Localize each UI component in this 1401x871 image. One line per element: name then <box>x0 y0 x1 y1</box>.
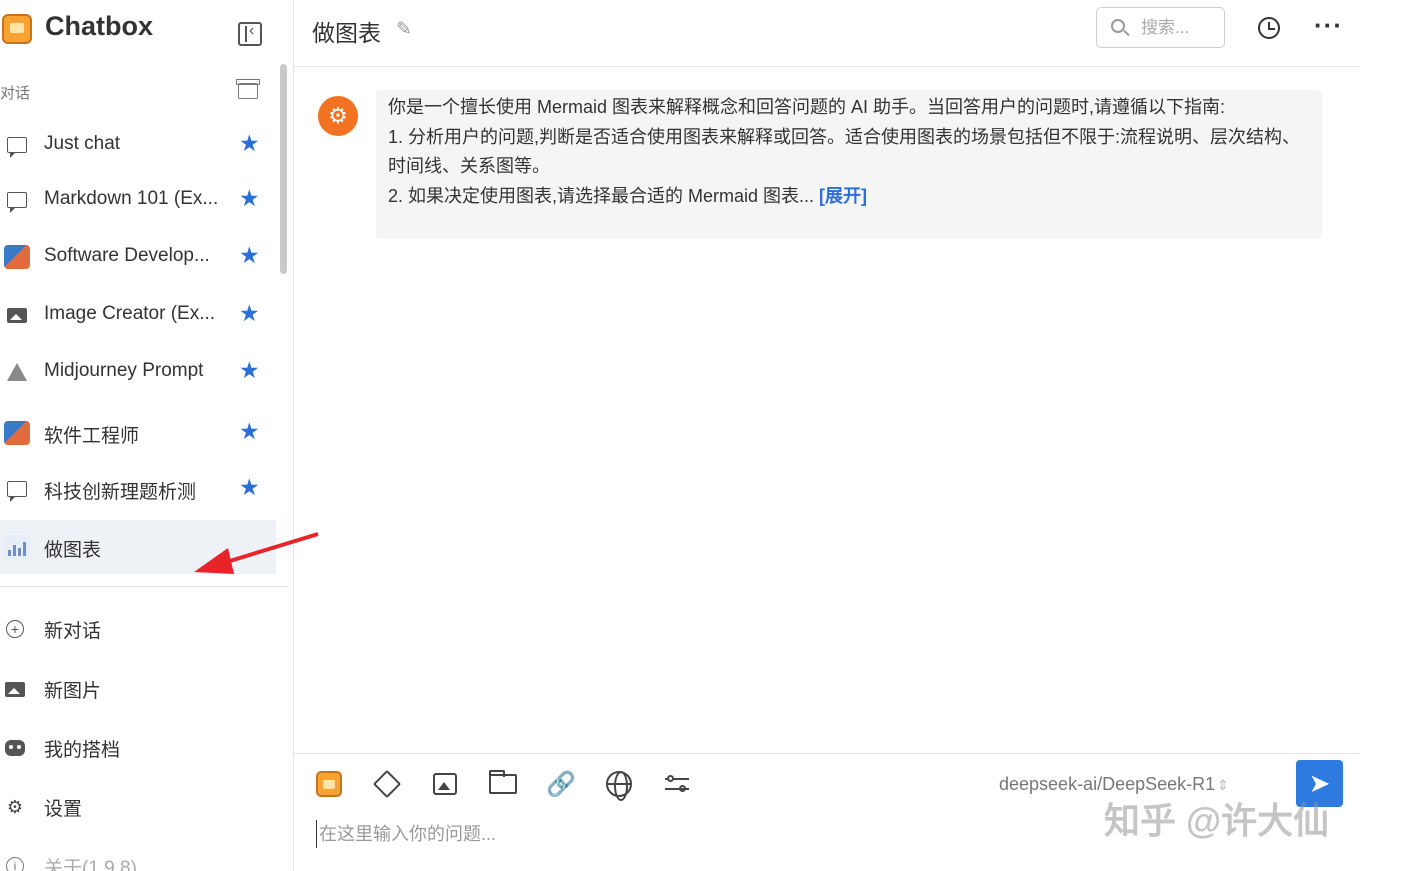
chat-header: 做图表 ✎ ··· <box>294 0 1360 67</box>
search-icon <box>1111 19 1125 33</box>
star-icon[interactable]: ★ <box>239 130 260 157</box>
sliders-icon[interactable] <box>662 769 692 799</box>
chat-item-image-creator[interactable]: Image Creator (Ex... ★ <box>0 288 276 342</box>
chat-item-midjourney-prompt[interactable]: Midjourney Prompt ★ <box>0 345 276 399</box>
chat-item-label: 科技创新理题析测 <box>44 482 197 503</box>
expand-link[interactable]: [展开] <box>819 186 867 206</box>
star-icon[interactable]: ★ <box>239 300 260 327</box>
system-message-line: 你是一个擅长使用 Mermaid 图表来解释概念和回答问题的 AI 助手。当回答… <box>388 97 1226 117</box>
system-message-line: 2. 如果决定使用图表,请选择最合适的 Mermaid 图表... [展开] <box>388 185 868 206</box>
chat-item-label: Software Develop... <box>44 245 210 266</box>
collapse-sidebar-icon[interactable] <box>238 22 262 46</box>
edit-pencil-icon[interactable]: ✎ <box>396 18 412 41</box>
plus-circle-icon: + <box>4 618 26 640</box>
folder-icon[interactable] <box>488 769 518 799</box>
chatbox-window: Chatbox 对话 Just chat ★ Markdown 101 (Ex.… <box>0 0 1401 871</box>
chatbox-app-icon[interactable] <box>316 771 342 797</box>
settings-button[interactable]: ⚙ 设置 <box>0 784 280 828</box>
archive-icon[interactable] <box>236 79 260 99</box>
info-icon: i <box>4 855 26 871</box>
globe-icon[interactable] <box>604 769 634 801</box>
system-settings-avatar: ⚙ <box>318 96 358 136</box>
chart-avatar-icon <box>4 535 30 559</box>
new-image-button[interactable]: 新图片 <box>0 666 280 710</box>
developer-avatar-icon <box>4 245 30 269</box>
star-icon[interactable]: ★ <box>239 418 260 445</box>
menu-item-label: 我的搭档 <box>44 740 121 761</box>
chat-item-label: Image Creator (Ex... <box>44 303 216 324</box>
chat-item-markdown-101[interactable]: Markdown 101 (Ex... ★ <box>0 173 276 227</box>
sidebar: Chatbox 对话 Just chat ★ Markdown 101 (Ex.… <box>0 0 319 871</box>
chat-item-label: Markdown 101 (Ex... <box>44 188 219 209</box>
link-icon[interactable]: 🔗 <box>546 769 576 799</box>
main-panel: 做图表 ✎ ··· ⚙ 你是一个擅长使用 Mermaid 图表来解释概念和回答问… <box>294 0 1401 871</box>
sidebar-divider <box>0 586 288 587</box>
search-input[interactable] <box>1141 17 1221 39</box>
chat-bubble-icon <box>4 477 30 502</box>
menu-item-label: 新图片 <box>44 681 102 702</box>
star-icon[interactable]: ★ <box>239 474 260 501</box>
system-message: 你是一个擅长使用 Mermaid 图表来解释概念和回答问题的 AI 助手。当回答… <box>376 90 1322 239</box>
chat-item-software-engineer[interactable]: 软件工程师 ★ <box>0 406 276 460</box>
menu-item-label: 新对话 <box>44 621 102 642</box>
eraser-icon[interactable] <box>372 769 402 799</box>
new-image-icon <box>4 678 26 700</box>
star-icon[interactable]: ★ <box>239 357 260 384</box>
menu-item-label: 关于(1.9.8) <box>44 858 137 871</box>
sidebar-scrollbar[interactable] <box>280 64 287 274</box>
chat-item-software-developer[interactable]: Software Develop... ★ <box>0 230 276 284</box>
chat-bubble-icon <box>4 188 30 213</box>
star-icon[interactable]: ★ <box>239 242 260 269</box>
chat-item-label: 软件工程师 <box>44 426 140 447</box>
system-message-line: 1. 分析用户的问题,判断是否适合使用图表来解释或回答。适合使用图表的场景包括但… <box>388 126 1301 177</box>
chat-item-label: Just chat <box>44 133 121 154</box>
gear-icon: ⚙ <box>6 796 24 817</box>
menu-item-label: 设置 <box>44 799 83 820</box>
sailboat-icon <box>4 360 30 384</box>
watermark: 知乎 @许大仙 <box>1104 800 1330 841</box>
message-input[interactable] <box>316 820 1216 848</box>
developer-avatar-icon <box>4 421 30 445</box>
robot-icon <box>4 737 26 759</box>
star-icon[interactable]: ★ <box>239 185 260 212</box>
more-options-icon[interactable]: ··· <box>1314 10 1343 41</box>
chevron-updown-icon: ⇕ <box>1217 777 1229 793</box>
chat-item-label: Midjourney Prompt <box>44 360 204 381</box>
image-upload-icon[interactable] <box>430 769 460 799</box>
model-name: deepseek-ai/DeepSeek-R1 <box>999 774 1216 794</box>
history-icon[interactable] <box>1258 17 1280 39</box>
new-chat-button[interactable]: + 新对话 <box>0 606 280 650</box>
image-icon <box>4 303 30 327</box>
chat-item-just-chat[interactable]: Just chat ★ <box>0 118 276 172</box>
chat-bubble-icon <box>4 133 30 158</box>
chat-item-tech-innovation[interactable]: 科技创新理题析测 ★ <box>0 462 276 516</box>
my-copilots-button[interactable]: 我的搭档 <box>0 725 280 769</box>
chat-title[interactable]: 做图表 <box>312 14 381 48</box>
chatbox-logo-icon <box>2 14 32 44</box>
about-button[interactable]: i 关于(1.9.8) <box>0 843 280 871</box>
section-label-conversations: 对话 <box>0 85 31 102</box>
search-box[interactable] <box>1096 7 1225 48</box>
brand: Chatbox <box>0 6 294 50</box>
app-title: Chatbox <box>45 11 153 41</box>
